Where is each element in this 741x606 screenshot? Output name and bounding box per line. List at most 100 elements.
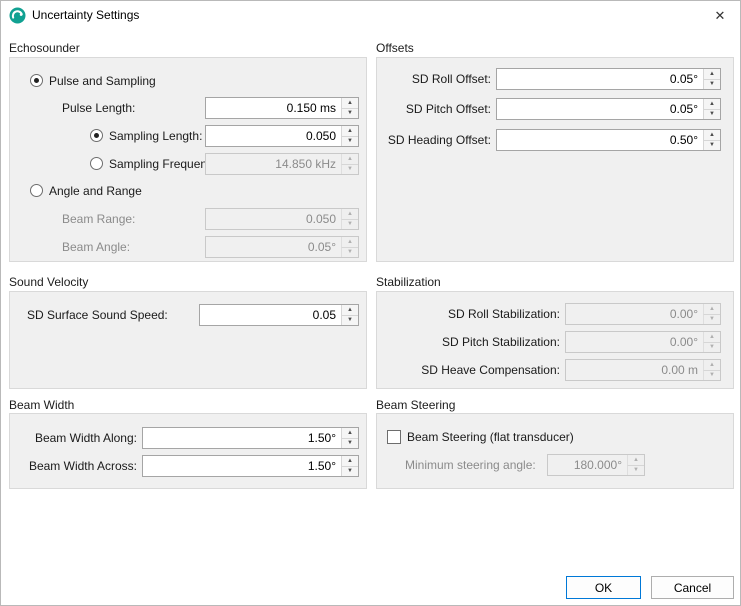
pulse-and-sampling-radio[interactable] [30, 74, 43, 87]
beam-width-across-arrows: ▲ ▼ [341, 456, 358, 476]
sd-pitch-offset-arrows: ▲ ▼ [703, 99, 720, 119]
beam-angle-spinbox: ▲ ▼ [205, 236, 359, 258]
minimum-steering-angle-input [548, 455, 627, 475]
close-icon[interactable]: ✕ [706, 5, 734, 27]
beam-steering-group: Beam Steering (flat transducer) Minimum … [376, 413, 734, 489]
angle-and-range-label: Angle and Range [49, 180, 142, 202]
sampling-length-spinbox[interactable]: ▲ ▼ [205, 125, 359, 147]
spin-down-icon: ▼ [341, 165, 358, 175]
spin-up-icon: ▲ [703, 304, 720, 315]
sampling-length-arrows: ▲ ▼ [341, 126, 358, 146]
minimum-steering-angle-spinbox: ▲ ▼ [547, 454, 645, 476]
spin-down-icon[interactable]: ▼ [341, 109, 358, 119]
sd-pitch-offset-spinbox[interactable]: ▲ ▼ [496, 98, 721, 120]
spin-down-icon: ▼ [341, 248, 358, 258]
beam-width-along-input[interactable] [143, 428, 341, 448]
sd-pitch-stabilization-label: SD Pitch Stabilization: [377, 331, 560, 353]
spin-down-icon: ▼ [703, 315, 720, 325]
title-bar: Uncertainty Settings ✕ [1, 1, 740, 29]
angle-and-range-radio[interactable] [30, 184, 43, 197]
beam-range-arrows: ▲ ▼ [341, 209, 358, 229]
sd-pitch-offset-input[interactable] [497, 99, 703, 119]
beam-angle-arrows: ▲ ▼ [341, 237, 358, 257]
beam-width-along-arrows: ▲ ▼ [341, 428, 358, 448]
spin-down-icon: ▼ [703, 343, 720, 353]
sd-heave-compensation-input [566, 360, 703, 380]
sound-velocity-group: SD Surface Sound Speed: ▲ ▼ [9, 291, 367, 389]
sampling-frequency-arrows: ▲ ▼ [341, 154, 358, 174]
sampling-frequency-spinbox: ▲ ▼ [205, 153, 359, 175]
sd-heave-compensation-spinbox: ▲ ▼ [565, 359, 721, 381]
beam-width-along-spinbox[interactable]: ▲ ▼ [142, 427, 359, 449]
sd-roll-stabilization-arrows: ▲ ▼ [703, 304, 720, 324]
echosounder-group-title: Echosounder [9, 41, 80, 55]
spin-up-icon: ▲ [703, 360, 720, 371]
sd-heading-offset-input[interactable] [497, 130, 703, 150]
spin-down-icon[interactable]: ▼ [703, 80, 720, 90]
sd-pitch-stabilization-spinbox: ▲ ▼ [565, 331, 721, 353]
sd-pitch-offset-label: SD Pitch Offset: [377, 98, 491, 120]
beam-steering-checkbox-label: Beam Steering (flat transducer) [407, 426, 574, 448]
beam-width-group: Beam Width Along: ▲ ▼ Beam Width Across:… [9, 413, 367, 489]
pulse-and-sampling-label: Pulse and Sampling [49, 70, 156, 92]
beam-steering-checkbox[interactable] [387, 430, 401, 444]
sd-heading-offset-spinbox[interactable]: ▲ ▼ [496, 129, 721, 151]
sampling-length-input[interactable] [206, 126, 341, 146]
cancel-button[interactable]: Cancel [651, 576, 734, 599]
beam-angle-input [206, 237, 341, 257]
spin-up-icon[interactable]: ▲ [703, 130, 720, 141]
spin-down-icon[interactable]: ▼ [703, 141, 720, 151]
spin-up-icon: ▲ [341, 209, 358, 220]
beam-width-across-input[interactable] [143, 456, 341, 476]
spin-up-icon[interactable]: ▲ [341, 98, 358, 109]
sd-surface-sound-speed-input[interactable] [200, 305, 341, 325]
beam-width-across-label: Beam Width Across: [10, 455, 137, 477]
pulse-length-arrows: ▲ ▼ [341, 98, 358, 118]
sampling-length-label: Sampling Length: [109, 125, 202, 147]
spin-up-icon[interactable]: ▲ [703, 69, 720, 80]
offsets-group-title: Offsets [376, 41, 414, 55]
sd-heading-offset-arrows: ▲ ▼ [703, 130, 720, 150]
pulse-length-spinbox[interactable]: ▲ ▼ [205, 97, 359, 119]
spin-down-icon[interactable]: ▼ [341, 467, 358, 477]
spin-down-icon[interactable]: ▼ [341, 439, 358, 449]
sd-surface-sound-speed-label: SD Surface Sound Speed: [27, 304, 168, 326]
beam-width-across-spinbox[interactable]: ▲ ▼ [142, 455, 359, 477]
spin-up-icon: ▲ [627, 455, 644, 466]
sd-pitch-stabilization-input [566, 332, 703, 352]
spin-down-icon: ▼ [627, 466, 644, 476]
sampling-frequency-radio[interactable] [90, 157, 103, 170]
stabilization-group-title: Stabilization [376, 275, 441, 289]
spin-up-icon[interactable]: ▲ [341, 126, 358, 137]
spin-up-icon[interactable]: ▲ [703, 99, 720, 110]
spin-up-icon[interactable]: ▲ [341, 456, 358, 467]
spin-up-icon: ▲ [341, 237, 358, 248]
spin-up-icon[interactable]: ▲ [341, 305, 358, 316]
sd-roll-stabilization-spinbox: ▲ ▼ [565, 303, 721, 325]
sd-surface-sound-speed-spinbox[interactable]: ▲ ▼ [199, 304, 359, 326]
spin-down-icon[interactable]: ▼ [341, 316, 358, 326]
sd-roll-stabilization-label: SD Roll Stabilization: [377, 303, 560, 325]
minimum-steering-angle-arrows: ▲ ▼ [627, 455, 644, 475]
uncertainty-settings-dialog: Uncertainty Settings ✕ Echosounder Pulse… [0, 0, 741, 606]
sampling-length-radio[interactable] [90, 129, 103, 142]
sd-roll-offset-spinbox[interactable]: ▲ ▼ [496, 68, 721, 90]
sd-heave-compensation-arrows: ▲ ▼ [703, 360, 720, 380]
spin-down-icon[interactable]: ▼ [341, 137, 358, 147]
sd-heading-offset-label: SD Heading Offset: [377, 129, 491, 151]
pulse-length-input[interactable] [206, 98, 341, 118]
spin-down-icon: ▼ [703, 371, 720, 381]
spin-up-icon: ▲ [703, 332, 720, 343]
sound-velocity-group-title: Sound Velocity [9, 275, 88, 289]
pulse-length-label: Pulse Length: [62, 97, 135, 119]
beam-range-input [206, 209, 341, 229]
sd-pitch-stabilization-arrows: ▲ ▼ [703, 332, 720, 352]
spin-down-icon: ▼ [341, 220, 358, 230]
sd-heave-compensation-label: SD Heave Compensation: [377, 359, 560, 381]
spin-down-icon[interactable]: ▼ [703, 110, 720, 120]
spin-up-icon[interactable]: ▲ [341, 428, 358, 439]
ok-button[interactable]: OK [566, 576, 641, 599]
beam-width-along-label: Beam Width Along: [10, 427, 137, 449]
sd-roll-offset-input[interactable] [497, 69, 703, 89]
spin-up-icon: ▲ [341, 154, 358, 165]
